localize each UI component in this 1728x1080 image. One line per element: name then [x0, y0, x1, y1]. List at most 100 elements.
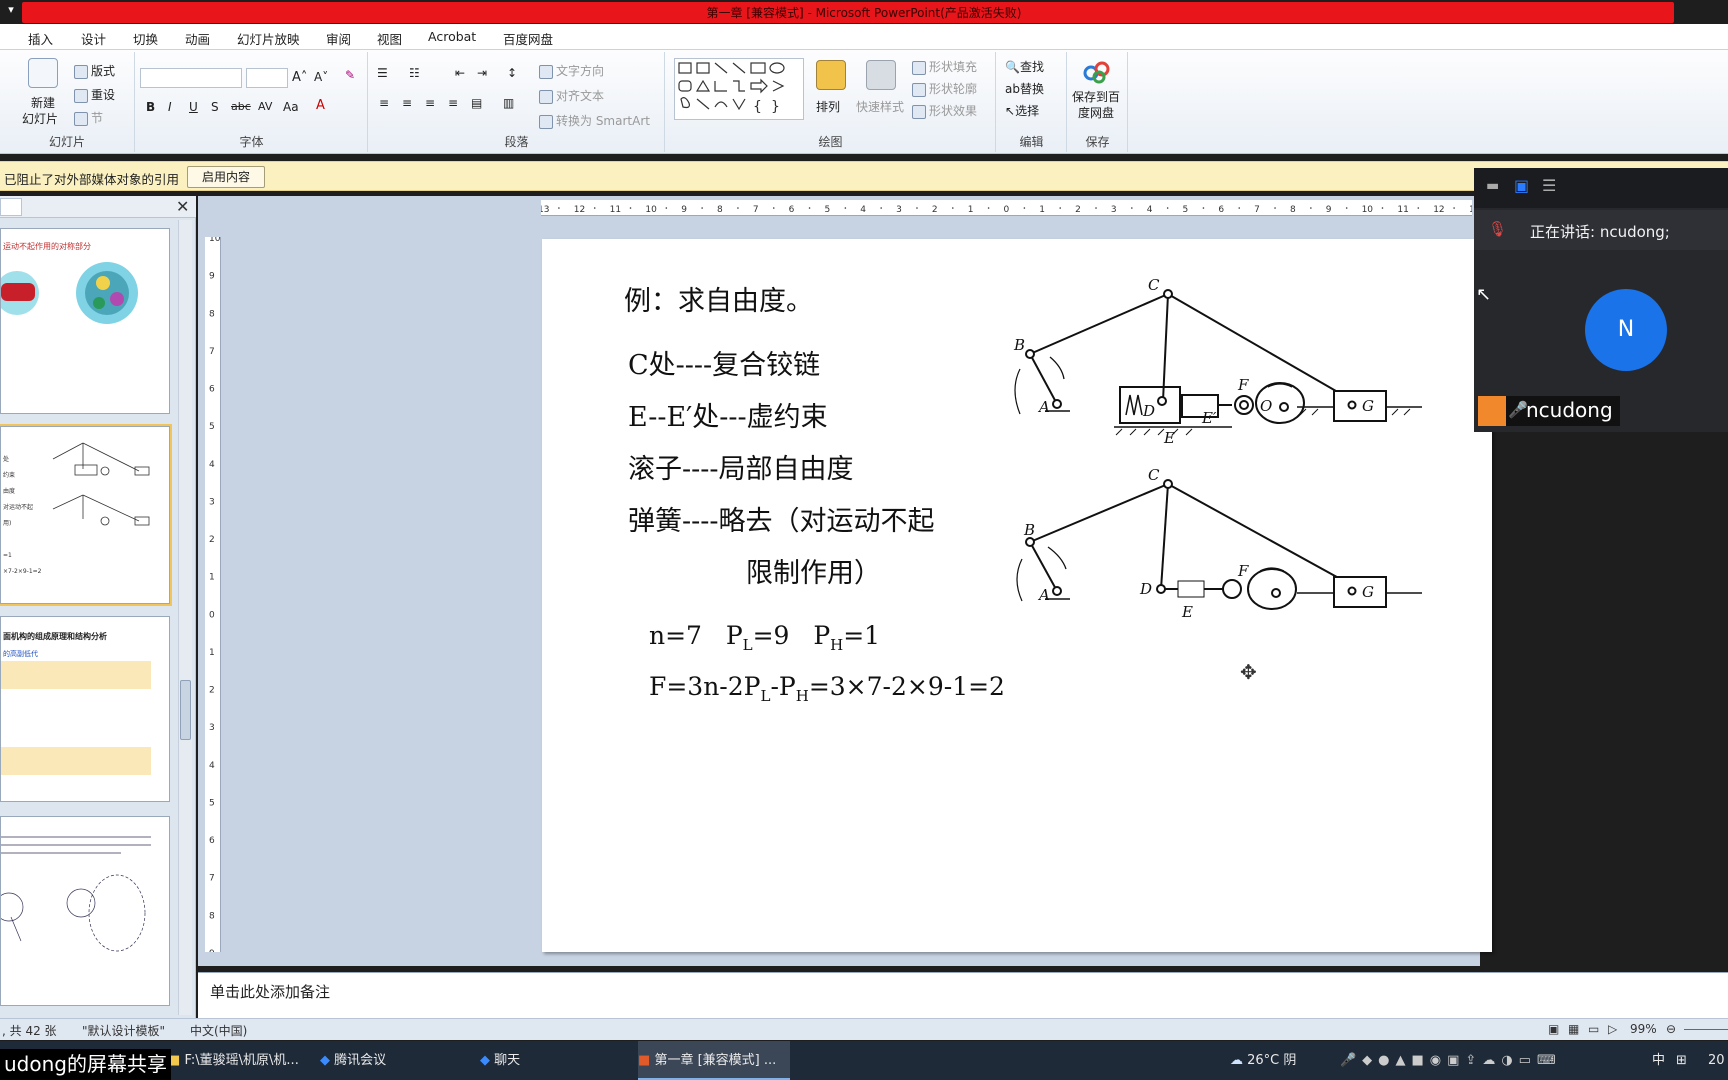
font-name-combo[interactable]: [140, 68, 242, 88]
tab-insert[interactable]: 插入: [28, 29, 53, 48]
slide-thumbnail-1[interactable]: 运动不起作用的对称部分: [0, 228, 170, 414]
taskbar-tencent-meeting[interactable]: ◆ 腾讯会议: [320, 1041, 470, 1080]
shrink-font-icon[interactable]: A˅: [314, 70, 328, 84]
group-slides: 新建 幻灯片 版式 重设 节 幻灯片: [0, 52, 135, 152]
strikethrough-icon[interactable]: abc: [231, 100, 251, 113]
shadow-icon[interactable]: S: [211, 100, 219, 114]
ribbon: 新建 幻灯片 版式 重设 节 幻灯片 A˄ A˅ ✎ B I U S abc A…: [0, 50, 1728, 154]
shape-fill-button[interactable]: 形状填充: [912, 58, 977, 75]
save-to-baidu-button-label[interactable]: 度网盘: [1078, 104, 1114, 121]
ruler-label: 6: [209, 385, 215, 395]
arrange-button[interactable]: 排列: [816, 98, 840, 115]
slide-sorter-icon[interactable]: ▦: [1568, 1022, 1579, 1036]
distributed-icon[interactable]: ▤: [471, 96, 482, 110]
slide-thumbnail-2[interactable]: 处约束 由度 对运动不起 用) =1 ×7-2×9-1=2: [0, 424, 172, 606]
label-D-bottom: D: [1139, 580, 1152, 598]
change-case-icon[interactable]: Aa: [283, 100, 299, 114]
tab-slideshow[interactable]: 幻灯片放映: [237, 29, 300, 48]
zoom-out-icon[interactable]: ⊖: [1666, 1022, 1676, 1036]
line-spacing-icon[interactable]: ↕: [507, 66, 517, 80]
justify-icon[interactable]: ≡: [448, 96, 458, 110]
ruler-label: 11: [1397, 205, 1408, 215]
tab-view[interactable]: 视图: [377, 29, 402, 48]
reset-button[interactable]: 重设: [74, 86, 115, 103]
bold-icon[interactable]: B: [146, 100, 155, 114]
ime-indicator[interactable]: 中: [1652, 1041, 1672, 1080]
tab-review[interactable]: 审阅: [326, 29, 351, 48]
gallery-view-icon[interactable]: ▣: [1514, 176, 1529, 195]
section-button[interactable]: 节: [74, 109, 103, 126]
slide-canvas[interactable]: 例：求自由度。 C处----复合铰链 E--E′处---虚约束 滚子----局部…: [542, 239, 1492, 952]
ruler-label: 3: [896, 205, 902, 215]
participant-avatar[interactable]: N: [1585, 289, 1667, 371]
taskbar-chat[interactable]: ◆ 聊天: [480, 1041, 630, 1080]
align-left-icon[interactable]: ≡: [379, 96, 389, 110]
new-slide-button-label[interactable]: 幻灯片: [22, 110, 58, 127]
weather-widget[interactable]: ☁ 26°C 阴: [1230, 1041, 1340, 1080]
participant-name: ncudong: [1526, 398, 1613, 422]
align-right-icon[interactable]: ≡: [425, 96, 435, 110]
slides-panel-scrollbar[interactable]: [178, 220, 192, 1015]
cloud-icon: ☁: [1230, 1053, 1243, 1068]
ruler-tick: [1059, 207, 1062, 209]
minimize-icon[interactable]: ▬: [1486, 178, 1499, 194]
tab-design[interactable]: 设计: [81, 29, 106, 48]
columns-icon[interactable]: ▥: [503, 96, 514, 110]
ruler-tick: [1453, 207, 1455, 209]
scrollbar-thumb[interactable]: [180, 680, 191, 740]
system-tray-icons[interactable]: 🎤◆●▲■◉▣⇪☁◑▭⌨: [1340, 1041, 1640, 1080]
taskbar-powerpoint[interactable]: ■ 第一章 [兼容模式] ...: [638, 1041, 790, 1080]
reading-view-icon[interactable]: ▭: [1588, 1022, 1599, 1036]
quick-styles-button[interactable]: 快速样式: [856, 98, 904, 115]
notes-pane[interactable]: 单击此处添加备注: [198, 972, 1728, 1022]
numbering-icon[interactable]: ☷: [409, 66, 420, 80]
text-direction-button[interactable]: 文字方向: [539, 62, 604, 79]
list-view-icon[interactable]: ☰: [1542, 176, 1556, 195]
zoom-slider[interactable]: [1684, 1029, 1728, 1030]
svg-text:由度: 由度: [3, 487, 15, 495]
font-size-combo[interactable]: [246, 68, 288, 88]
increase-indent-icon[interactable]: ⇥: [477, 66, 487, 80]
outline-tab[interactable]: [0, 198, 22, 216]
clock[interactable]: 20: [1708, 1041, 1728, 1080]
speaking-text: 正在讲话: ncudong;: [1530, 223, 1670, 241]
slide-thumbnail-3[interactable]: 面机构的组成原理和结构分析 的高副低代: [0, 616, 170, 802]
close-icon[interactable]: ✕: [176, 197, 189, 216]
shape-effects-button[interactable]: 形状效果: [912, 102, 977, 119]
bullets-icon[interactable]: ☰: [377, 66, 388, 80]
grow-font-icon[interactable]: A˄: [292, 70, 307, 85]
new-slide-button[interactable]: 新建: [31, 94, 55, 111]
enable-content-button[interactable]: 启用内容: [187, 166, 265, 188]
save-to-baidu-button[interactable]: 保存到百: [1072, 88, 1120, 105]
font-color-icon[interactable]: A: [316, 98, 325, 113]
find-button[interactable]: 🔍查找: [1005, 58, 1044, 75]
tab-transitions[interactable]: 切换: [133, 29, 158, 48]
convert-smartart-button[interactable]: 转换为 SmartArt: [539, 112, 650, 129]
replace-button[interactable]: ab替换: [1005, 80, 1044, 97]
taskbar-file-explorer[interactable]: ■ F:\董骏瑶\机原\机...: [168, 1041, 304, 1080]
ruler-label: 1: [209, 648, 215, 658]
layout-button[interactable]: 版式: [74, 62, 115, 79]
group-label-font: 字体: [239, 135, 264, 149]
clear-format-icon[interactable]: ✎: [345, 68, 355, 82]
smartart-icon: [539, 114, 553, 129]
char-spacing-icon[interactable]: AV: [258, 100, 272, 113]
tab-acrobat[interactable]: Acrobat: [428, 29, 476, 44]
underline-icon[interactable]: U: [189, 100, 198, 114]
tab-baidu-netdisk[interactable]: 百度网盘: [503, 29, 553, 48]
thumb-3-note-box-2: [1, 747, 151, 775]
italic-icon[interactable]: I: [168, 100, 172, 114]
ruler-label: 3: [209, 723, 215, 733]
shape-outline-button[interactable]: 形状轮廓: [912, 80, 977, 97]
align-center-icon[interactable]: ≡: [402, 96, 412, 110]
decrease-indent-icon[interactable]: ⇤: [455, 66, 465, 80]
ime-mode-icon[interactable]: ⊞: [1676, 1041, 1696, 1080]
shapes-gallery[interactable]: {}: [674, 58, 804, 120]
slideshow-view-icon[interactable]: ▷: [1608, 1022, 1617, 1036]
slide-thumbnail-4[interactable]: [0, 816, 170, 1006]
tab-animations[interactable]: 动画: [185, 29, 210, 48]
zoom-level[interactable]: 99%: [1630, 1022, 1657, 1036]
select-button[interactable]: ↖选择: [1005, 102, 1039, 119]
normal-view-icon[interactable]: ▣: [1548, 1022, 1559, 1036]
align-text-button[interactable]: 对齐文本: [539, 87, 604, 104]
